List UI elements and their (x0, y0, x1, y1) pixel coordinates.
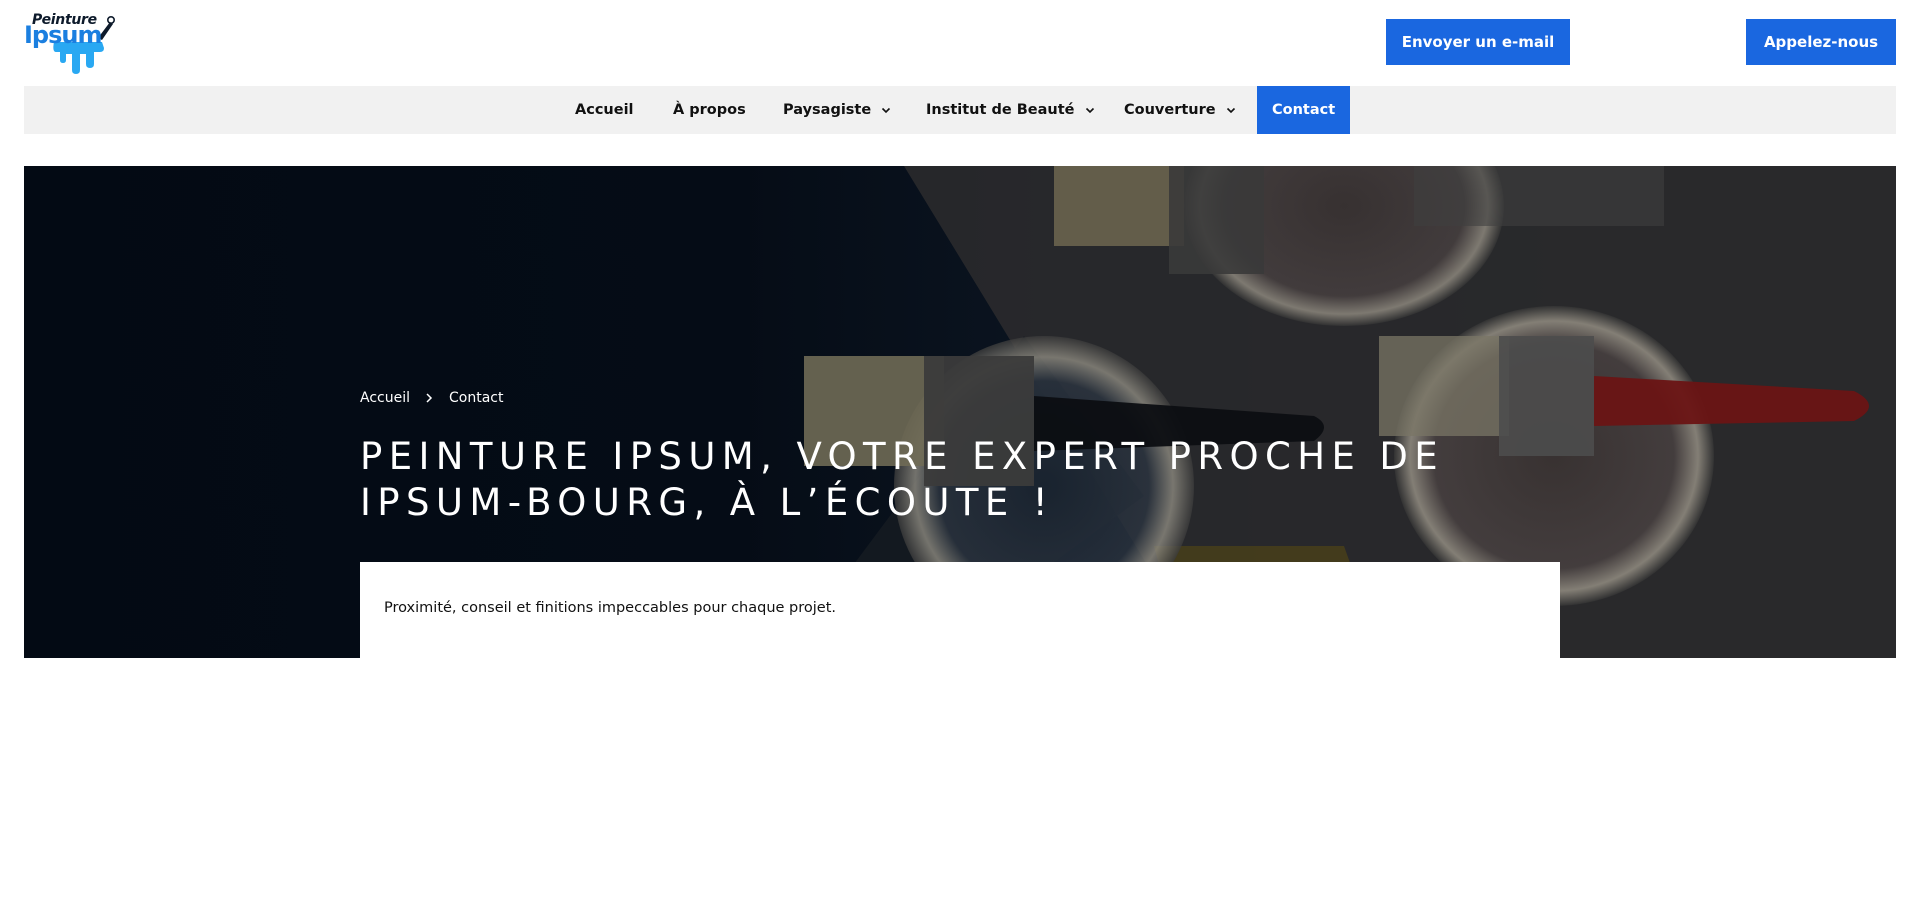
intro-text: Proximité, conseil et finitions impeccab… (384, 600, 837, 616)
nav-item-accueil[interactable]: Accueil (575, 86, 634, 134)
site-logo[interactable]: Peinture Ipsum (24, 12, 116, 74)
call-us-button[interactable]: Appelez-nous (1746, 19, 1896, 65)
site-header: Peinture Ipsum Envoyer un e-mail Appelez… (0, 0, 1920, 86)
nav-item-contact[interactable]: Contact (1257, 86, 1351, 134)
nav-item-paysagiste[interactable]: Paysagiste (783, 86, 892, 134)
nav-item-label: Contact (1272, 102, 1336, 118)
page-title: PEINTURE IPSUM, VOTRE EXPERT PROCHE DE I… (360, 435, 1445, 524)
intro-card: Proximité, conseil et finitions impeccab… (360, 562, 1560, 658)
nav-item-a-propos[interactable]: À propos (673, 86, 746, 134)
send-email-button[interactable]: Envoyer un e-mail (1386, 19, 1570, 65)
nav-item-label: Paysagiste (783, 102, 872, 118)
nav-item-institut-de-beaute[interactable]: Institut de Beauté (926, 86, 1096, 134)
chevron-right-icon (426, 393, 433, 403)
breadcrumb-home-link[interactable]: Accueil (360, 390, 410, 406)
nav-item-label: Couverture (1124, 102, 1216, 118)
breadcrumb-current: Contact (449, 390, 504, 406)
nav-item-label: À propos (673, 102, 746, 118)
nav-item-label: Accueil (575, 102, 634, 118)
nav-item-label: Institut de Beauté (926, 102, 1075, 118)
nav-item-couverture[interactable]: Couverture (1124, 86, 1237, 134)
chevron-down-icon (1226, 107, 1235, 114)
logo-line-2: Ipsum (24, 21, 102, 49)
chevron-down-icon (1085, 107, 1094, 114)
hero-banner: Accueil Contact PEINTURE IPSUM, VOTRE EX… (24, 166, 1896, 658)
chevron-down-icon (882, 107, 891, 114)
main-navigation: Accueil À propos Paysagiste Institut de … (24, 86, 1896, 134)
breadcrumb: Accueil Contact (360, 390, 503, 406)
